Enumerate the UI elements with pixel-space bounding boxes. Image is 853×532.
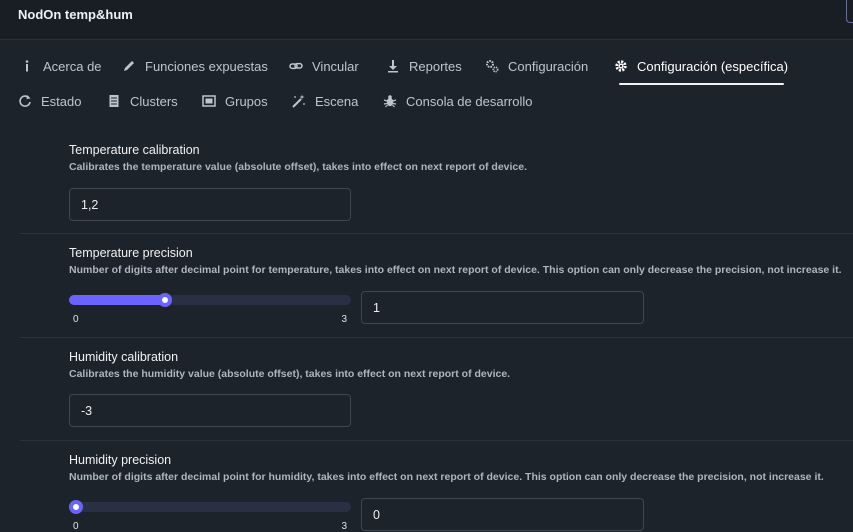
tab-grupos[interactable]: Grupos xyxy=(202,86,268,116)
pencil-icon xyxy=(122,59,136,73)
device-title: NodOn temp&hum xyxy=(18,7,133,22)
gear-icon xyxy=(614,59,628,73)
list-icon xyxy=(107,94,121,108)
setting-description: Calibrates the humidity value (absolute … xyxy=(69,368,511,380)
tab-acerca-de[interactable]: Acerca de xyxy=(20,51,102,81)
tab-funciones-expuestas[interactable]: Funciones expuestas xyxy=(122,51,268,81)
tab-label: Estado xyxy=(41,93,82,109)
section-divider xyxy=(20,337,853,338)
slider-min-label: 0 xyxy=(73,521,79,532)
slider-track[interactable] xyxy=(69,502,351,512)
download-icon xyxy=(386,59,400,73)
group-icon xyxy=(202,94,216,108)
setting-description: Calibrates the temperature value (absolu… xyxy=(69,161,528,173)
slider-min-label: 0 xyxy=(73,314,79,325)
tab-label: Grupos xyxy=(225,93,268,109)
link-icon xyxy=(289,59,303,73)
setting-title: Temperature calibration xyxy=(69,143,200,157)
tab-label: Funciones expuestas xyxy=(145,58,268,74)
humidity-precision-input[interactable] xyxy=(361,498,644,531)
info-icon xyxy=(20,59,34,73)
tab-vincular[interactable]: Vincular xyxy=(289,51,359,81)
bug-icon xyxy=(383,94,397,108)
slider-max-label: 3 xyxy=(341,314,347,325)
tab-label: Configuración (específica) xyxy=(637,58,789,74)
tab-consola-de-desarrollo[interactable]: Consola de desarrollo xyxy=(383,86,532,116)
tab-estado[interactable]: Estado xyxy=(18,86,81,116)
tab-clusters[interactable]: Clusters xyxy=(107,86,178,116)
setting-description: Number of digits after decimal point for… xyxy=(69,264,842,276)
humidity-calibration-input[interactable] xyxy=(69,394,351,427)
humidity-calibration-section: Humidity calibration Calibrates the humi… xyxy=(69,350,853,380)
setting-title: Humidity precision xyxy=(69,453,172,467)
window-edge-control[interactable] xyxy=(846,0,853,23)
slider-handle[interactable] xyxy=(69,500,83,514)
tab-label: Consola de desarrollo xyxy=(406,93,533,109)
temperature-calibration-input[interactable] xyxy=(69,188,351,221)
tab-label: Escena xyxy=(315,93,359,109)
tab-configuracion[interactable]: Configuración xyxy=(485,51,588,81)
title-bar: NodOn temp&hum xyxy=(0,0,853,40)
humidity-precision-section: Humidity precision Number of digits afte… xyxy=(69,453,853,483)
tab-reportes[interactable]: Reportes xyxy=(386,51,462,81)
setting-title: Temperature precision xyxy=(69,246,193,260)
setting-description: Number of digits after decimal point for… xyxy=(69,471,824,483)
tab-label: Clusters xyxy=(130,93,178,109)
tab-label: Acerca de xyxy=(43,58,102,74)
section-divider xyxy=(20,440,853,441)
gears-icon xyxy=(485,59,499,73)
magic-wand-icon xyxy=(292,94,306,108)
tab-label: Reportes xyxy=(409,58,462,74)
tab-label: Vincular xyxy=(312,58,359,74)
tab-label: Configuración xyxy=(508,58,589,74)
slider-fill xyxy=(69,295,171,305)
tab-escena[interactable]: Escena xyxy=(292,86,358,116)
temperature-precision-input[interactable] xyxy=(361,291,644,324)
temperature-precision-section: Temperature precision Number of digits a… xyxy=(69,246,853,276)
temperature-calibration-section: Temperature calibration Calibrates the t… xyxy=(69,143,853,173)
setting-title: Humidity calibration xyxy=(69,350,179,364)
tab-configuracion-especifica[interactable]: Configuración (específica) xyxy=(614,51,789,85)
slider-max-label: 3 xyxy=(341,521,347,532)
refresh-icon xyxy=(18,94,32,108)
section-divider xyxy=(20,233,853,234)
